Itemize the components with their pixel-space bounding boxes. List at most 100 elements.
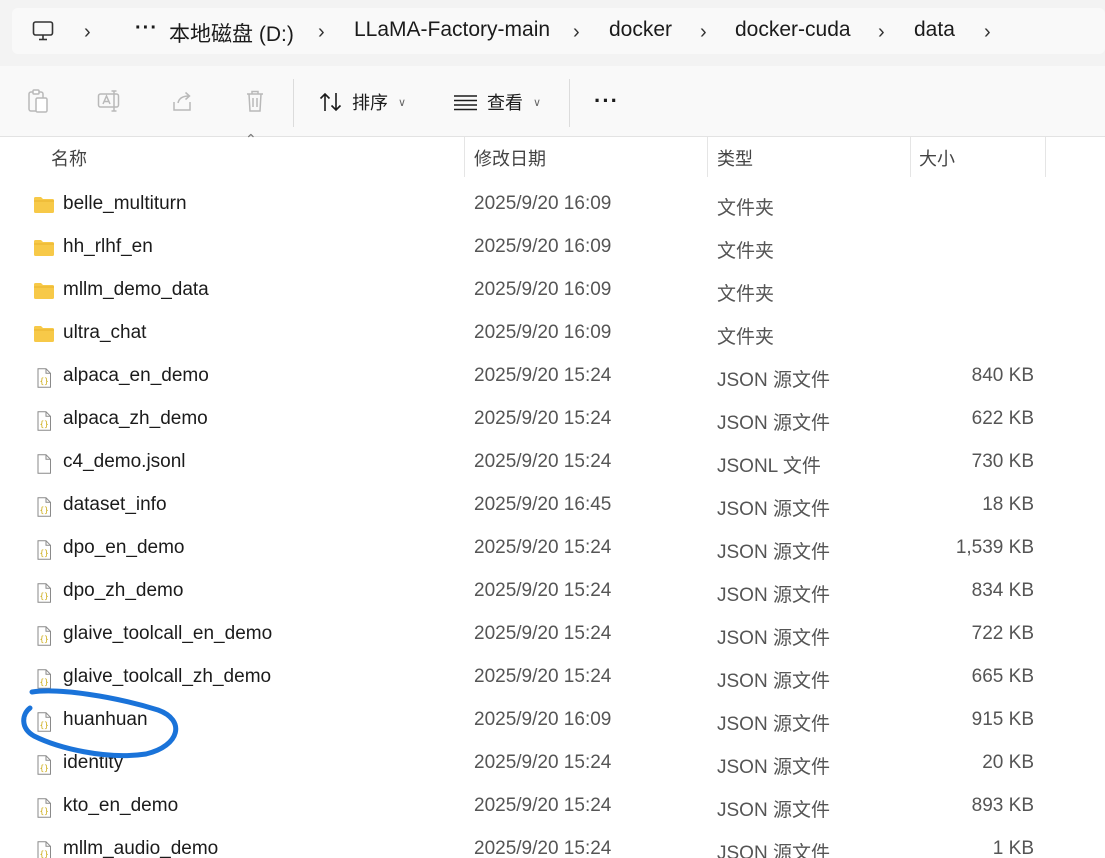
file-modified-date: 2025/9/20 15:24 xyxy=(474,365,612,386)
file-row[interactable]: {} kto_en_demo 2025/9/20 15:24 JSON 源文件 893 … xyxy=(0,785,1105,828)
svg-text:{}: {} xyxy=(40,678,49,687)
file-modified-date: 2025/9/20 15:24 xyxy=(474,795,612,816)
breadcrumb-data[interactable]: data xyxy=(914,18,955,42)
view-button[interactable]: 查看 ∨ xyxy=(453,86,541,118)
file-modified-date: 2025/9/20 15:24 xyxy=(474,408,612,429)
file-size: 665 KB xyxy=(971,666,1034,687)
file-type: 文件夹 xyxy=(717,284,775,305)
breadcrumb-overflow-button[interactable]: ··· xyxy=(135,17,158,40)
json-file-icon: {} xyxy=(33,754,55,775)
breadcrumb-llama-factory[interactable]: LLaMA-Factory-main xyxy=(354,18,550,42)
paste-icon[interactable] xyxy=(25,88,51,114)
chevron-right-icon[interactable]: › xyxy=(984,21,991,44)
file-list: belle_multiturn 2025/9/20 16:09 文件夹 hh_rlhf… xyxy=(0,183,1105,858)
json-file-icon: {} xyxy=(33,410,55,431)
json-file-icon: {} xyxy=(33,797,55,818)
sort-button[interactable]: 排序 ∨ xyxy=(318,86,406,118)
file-type: JSONL 文件 xyxy=(717,456,821,477)
column-header-type[interactable]: 类型 xyxy=(717,145,753,171)
file-size: 834 KB xyxy=(971,580,1034,601)
svg-text:{}: {} xyxy=(40,721,49,730)
column-header-size[interactable]: 大小 xyxy=(919,145,955,171)
chevron-right-icon[interactable]: › xyxy=(84,21,91,44)
file-row[interactable]: {} dataset_info 2025/9/20 16:45 JSON 源文件 18 … xyxy=(0,484,1105,527)
file-type: JSON 源文件 xyxy=(717,413,830,434)
file-type: JSON 源文件 xyxy=(717,757,830,778)
file-name: mllm_demo_data xyxy=(63,279,209,300)
chevron-right-icon[interactable]: › xyxy=(878,21,885,44)
svg-text:{}: {} xyxy=(40,635,49,644)
folder-icon xyxy=(33,195,55,215)
file-modified-date: 2025/9/20 16:09 xyxy=(474,236,612,257)
file-row[interactable]: {} mllm_audio_demo 2025/9/20 15:24 JSON 源文件… xyxy=(0,828,1105,858)
file-row[interactable]: {} alpaca_en_demo 2025/9/20 15:24 JSON 源文件 8… xyxy=(0,355,1105,398)
file-row[interactable]: {} identity 2025/9/20 15:24 JSON 源文件 20 KB xyxy=(0,742,1105,785)
file-size: 18 KB xyxy=(982,494,1034,515)
address-bar[interactable]: › ··· 本地磁盘 (D:) › LLaMA-Factory-main › d… xyxy=(12,8,1105,54)
column-header-modified[interactable]: 修改日期 xyxy=(474,145,546,171)
breadcrumb-docker-cuda[interactable]: docker-cuda xyxy=(735,18,851,42)
more-options-button[interactable]: ··· xyxy=(594,88,619,114)
json-file-icon: {} xyxy=(33,711,55,732)
folder-icon xyxy=(33,324,55,344)
column-divider[interactable] xyxy=(1045,137,1046,177)
column-header-name[interactable]: 名称 xyxy=(51,145,87,171)
json-file-icon: {} xyxy=(33,625,55,646)
file-icon xyxy=(33,453,55,474)
svg-text:{}: {} xyxy=(40,549,49,558)
file-name: c4_demo.jsonl xyxy=(63,451,186,472)
file-name: belle_multiturn xyxy=(63,193,187,214)
breadcrumb-drive-d[interactable]: 本地磁盘 (D:) xyxy=(169,18,294,48)
file-row[interactable]: {} alpaca_zh_demo 2025/9/20 15:24 JSON 源文件 6… xyxy=(0,398,1105,441)
file-modified-date: 2025/9/20 16:09 xyxy=(474,322,612,343)
file-row[interactable]: hh_rlhf_en 2025/9/20 16:09 文件夹 xyxy=(0,226,1105,269)
file-row[interactable]: {} dpo_zh_demo 2025/9/20 15:24 JSON 源文件 834 … xyxy=(0,570,1105,613)
file-name: kto_en_demo xyxy=(63,795,179,816)
file-modified-date: 2025/9/20 15:24 xyxy=(474,838,612,858)
column-divider[interactable] xyxy=(464,137,465,177)
chevron-down-icon: ∨ xyxy=(398,96,407,109)
file-row[interactable]: {} glaive_toolcall_zh_demo 2025/9/20 15:24… xyxy=(0,656,1105,699)
file-row[interactable]: mllm_demo_data 2025/9/20 16:09 文件夹 xyxy=(0,269,1105,312)
file-row[interactable]: belle_multiturn 2025/9/20 16:09 文件夹 xyxy=(0,183,1105,226)
folder-icon xyxy=(33,238,55,258)
file-name: dataset_info xyxy=(63,494,167,515)
file-modified-date: 2025/9/20 15:24 xyxy=(474,752,612,773)
column-divider[interactable] xyxy=(707,137,708,177)
delete-icon[interactable] xyxy=(242,88,268,114)
file-type: JSON 源文件 xyxy=(717,370,830,391)
file-type: JSON 源文件 xyxy=(717,628,830,649)
file-name: ultra_chat xyxy=(63,322,147,343)
chevron-right-icon[interactable]: › xyxy=(573,21,580,44)
file-size: 840 KB xyxy=(971,365,1034,386)
this-pc-icon[interactable] xyxy=(32,20,54,42)
file-row[interactable]: {} dpo_en_demo 2025/9/20 15:24 JSON 源文件 1,53… xyxy=(0,527,1105,570)
file-modified-date: 2025/9/20 16:45 xyxy=(474,494,612,515)
file-modified-date: 2025/9/20 15:24 xyxy=(474,451,612,472)
file-name: mllm_audio_demo xyxy=(63,838,219,858)
svg-text:{}: {} xyxy=(40,850,49,858)
breadcrumb-docker[interactable]: docker xyxy=(609,18,672,42)
toolbar-divider xyxy=(293,79,294,127)
view-label: 查看 xyxy=(487,93,523,113)
rename-icon[interactable] xyxy=(97,88,123,114)
file-name: alpaca_zh_demo xyxy=(63,408,208,429)
file-row[interactable]: {} huanhuan 2025/9/20 16:09 JSON 源文件 915 KB xyxy=(0,699,1105,742)
file-row[interactable]: c4_demo.jsonl 2025/9/20 15:24 JSONL 文件 730 … xyxy=(0,441,1105,484)
file-row[interactable]: ultra_chat 2025/9/20 16:09 文件夹 xyxy=(0,312,1105,355)
file-row[interactable]: {} glaive_toolcall_en_demo 2025/9/20 15:24… xyxy=(0,613,1105,656)
share-icon[interactable] xyxy=(170,88,196,114)
json-file-icon: {} xyxy=(33,668,55,689)
json-file-icon: {} xyxy=(33,840,55,858)
column-divider[interactable] xyxy=(910,137,911,177)
file-type: 文件夹 xyxy=(717,327,775,348)
file-type: 文件夹 xyxy=(717,198,775,219)
file-size: 915 KB xyxy=(971,709,1034,730)
file-size: 1 KB xyxy=(992,838,1034,858)
file-size: 20 KB xyxy=(982,752,1034,773)
json-file-icon: {} xyxy=(33,496,55,517)
file-name: dpo_en_demo xyxy=(63,537,185,558)
chevron-right-icon[interactable]: › xyxy=(318,21,325,44)
chevron-right-icon[interactable]: › xyxy=(700,21,707,44)
file-name: dpo_zh_demo xyxy=(63,580,184,601)
